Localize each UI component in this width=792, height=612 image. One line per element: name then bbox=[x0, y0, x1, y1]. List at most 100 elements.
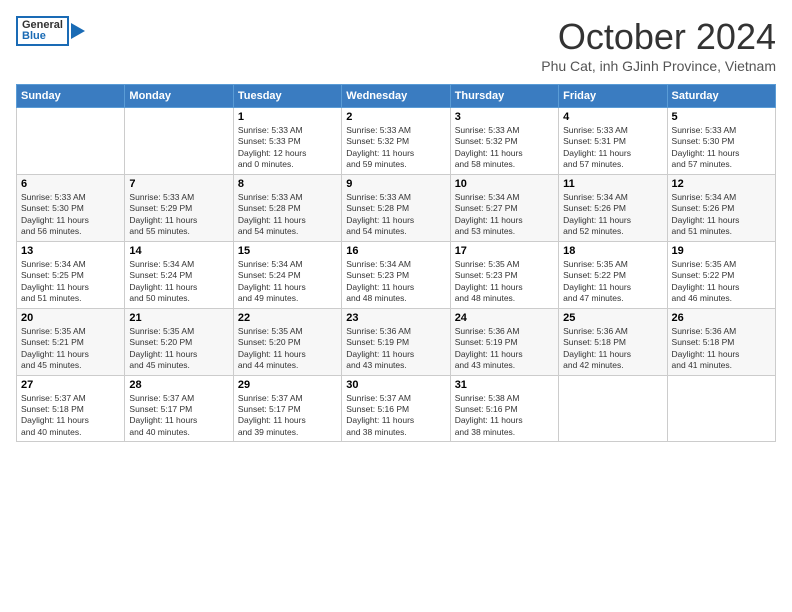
day-number: 30 bbox=[346, 379, 445, 391]
day-number: 26 bbox=[672, 312, 771, 324]
calendar-week-5: 27 Sunrise: 5:37 AMSunset: 5:18 PMDayligh… bbox=[17, 375, 776, 442]
day-info: Sunrise: 5:35 AMSunset: 5:23 PMDaylight:… bbox=[455, 259, 554, 305]
day-info: Sunrise: 5:34 AMSunset: 5:24 PMDaylight:… bbox=[238, 259, 337, 305]
calendar-week-2: 6Sunrise: 5:33 AMSunset: 5:30 PMDaylight… bbox=[17, 174, 776, 241]
day-number: 14 bbox=[129, 245, 228, 257]
calendar-cell: 4 Sunrise: 5:33 AMSunset: 5:31 PMDaylight… bbox=[559, 108, 667, 175]
day-info: Sunrise: 5:37 AMSunset: 5:17 PMDaylight:… bbox=[238, 393, 337, 439]
calendar-cell bbox=[125, 108, 233, 175]
day-number: 25 bbox=[563, 312, 662, 324]
day-number: 12 bbox=[672, 178, 771, 190]
logo-chevron-icon bbox=[71, 23, 85, 39]
day-info: Sunrise: 5:33 AMSunset: 5:33 PMDaylight:… bbox=[238, 125, 337, 171]
day-number: 8 bbox=[238, 178, 337, 190]
day-info: Sunrise: 5:38 AMSunset: 5:16 PMDaylight:… bbox=[455, 393, 554, 439]
col-wednesday: Wednesday bbox=[342, 85, 450, 108]
day-info: Sunrise: 5:36 AMSunset: 5:18 PMDaylight:… bbox=[563, 326, 662, 372]
day-info: Sunrise: 5:33 AMSunset: 5:32 PMDaylight:… bbox=[455, 125, 554, 171]
calendar-body: 1 Sunrise: 5:33 AMSunset: 5:33 PMDaylight… bbox=[17, 108, 776, 442]
calendar-cell: 15 Sunrise: 5:34 AMSunset: 5:24 PMDayligh… bbox=[233, 241, 341, 308]
day-number: 4 bbox=[563, 111, 662, 123]
logo-blue-text: Blue bbox=[22, 31, 63, 42]
col-monday: Monday bbox=[125, 85, 233, 108]
calendar-cell bbox=[559, 375, 667, 442]
calendar-cell: 14 Sunrise: 5:34 AMSunset: 5:24 PMDayligh… bbox=[125, 241, 233, 308]
header-row: Sunday Monday Tuesday Wednesday Thursday… bbox=[17, 85, 776, 108]
day-info: Sunrise: 5:34 AMSunset: 5:27 PMDaylight:… bbox=[455, 192, 554, 238]
day-number: 11 bbox=[563, 178, 662, 190]
calendar-cell: 3 Sunrise: 5:33 AMSunset: 5:32 PMDaylight… bbox=[450, 108, 558, 175]
day-info: Sunrise: 5:36 AMSunset: 5:18 PMDaylight:… bbox=[672, 326, 771, 372]
col-saturday: Saturday bbox=[667, 85, 775, 108]
month-title: October 2024 bbox=[541, 16, 776, 58]
day-number: 7 bbox=[129, 178, 228, 190]
day-number: 3 bbox=[455, 111, 554, 123]
calendar-cell bbox=[17, 108, 125, 175]
day-number: 13 bbox=[21, 245, 120, 257]
calendar-cell: 5Sunrise: 5:33 AMSunset: 5:30 PMDaylight… bbox=[667, 108, 775, 175]
calendar-cell: 29Sunrise: 5:37 AMSunset: 5:17 PMDayligh… bbox=[233, 375, 341, 442]
calendar-cell: 7Sunrise: 5:33 AMSunset: 5:29 PMDaylight… bbox=[125, 174, 233, 241]
calendar-cell: 6Sunrise: 5:33 AMSunset: 5:30 PMDaylight… bbox=[17, 174, 125, 241]
day-info: Sunrise: 5:33 AMSunset: 5:28 PMDaylight:… bbox=[238, 192, 337, 238]
day-info: Sunrise: 5:36 AMSunset: 5:19 PMDaylight:… bbox=[346, 326, 445, 372]
day-number: 15 bbox=[238, 245, 337, 257]
calendar-cell: 25 Sunrise: 5:36 AMSunset: 5:18 PMDayligh… bbox=[559, 308, 667, 375]
calendar-cell: 13 Sunrise: 5:34 AMSunset: 5:25 PMDayligh… bbox=[17, 241, 125, 308]
day-info: Sunrise: 5:35 AMSunset: 5:22 PMDaylight:… bbox=[672, 259, 771, 305]
day-info: Sunrise: 5:33 AMSunset: 5:31 PMDaylight:… bbox=[563, 125, 662, 171]
day-info: Sunrise: 5:33 AMSunset: 5:32 PMDaylight:… bbox=[346, 125, 445, 171]
day-info: Sunrise: 5:35 AMSunset: 5:22 PMDaylight:… bbox=[563, 259, 662, 305]
calendar-cell: 20 Sunrise: 5:35 AMSunset: 5:21 PMDayligh… bbox=[17, 308, 125, 375]
day-info: Sunrise: 5:37 AMSunset: 5:16 PMDaylight:… bbox=[346, 393, 445, 439]
calendar-cell: 18Sunrise: 5:35 AMSunset: 5:22 PMDayligh… bbox=[559, 241, 667, 308]
day-info: Sunrise: 5:34 AMSunset: 5:24 PMDaylight:… bbox=[129, 259, 228, 305]
day-number: 31 bbox=[455, 379, 554, 391]
calendar-week-3: 13 Sunrise: 5:34 AMSunset: 5:25 PMDayligh… bbox=[17, 241, 776, 308]
calendar-header: Sunday Monday Tuesday Wednesday Thursday… bbox=[17, 85, 776, 108]
calendar-cell: 9Sunrise: 5:33 AMSunset: 5:28 PMDaylight… bbox=[342, 174, 450, 241]
day-number: 16 bbox=[346, 245, 445, 257]
logo: General Blue bbox=[16, 16, 85, 46]
day-number: 17 bbox=[455, 245, 554, 257]
calendar-cell: 11 Sunrise: 5:34 AMSunset: 5:26 PMDayligh… bbox=[559, 174, 667, 241]
calendar-cell: 17 Sunrise: 5:35 AMSunset: 5:23 PMDayligh… bbox=[450, 241, 558, 308]
calendar-cell: 10Sunrise: 5:34 AMSunset: 5:27 PMDayligh… bbox=[450, 174, 558, 241]
day-info: Sunrise: 5:35 AMSunset: 5:21 PMDaylight:… bbox=[21, 326, 120, 372]
day-number: 20 bbox=[21, 312, 120, 324]
location-subtitle: Phu Cat, inh GJinh Province, Vietnam bbox=[541, 58, 776, 74]
calendar-cell: 21Sunrise: 5:35 AMSunset: 5:20 PMDayligh… bbox=[125, 308, 233, 375]
day-info: Sunrise: 5:36 AMSunset: 5:19 PMDaylight:… bbox=[455, 326, 554, 372]
calendar-cell: 22Sunrise: 5:35 AMSunset: 5:20 PMDayligh… bbox=[233, 308, 341, 375]
day-info: Sunrise: 5:34 AMSunset: 5:23 PMDaylight:… bbox=[346, 259, 445, 305]
calendar-cell: 26 Sunrise: 5:36 AMSunset: 5:18 PMDayligh… bbox=[667, 308, 775, 375]
calendar-week-1: 1 Sunrise: 5:33 AMSunset: 5:33 PMDaylight… bbox=[17, 108, 776, 175]
calendar-cell: 31 Sunrise: 5:38 AMSunset: 5:16 PMDayligh… bbox=[450, 375, 558, 442]
day-info: Sunrise: 5:34 AMSunset: 5:25 PMDaylight:… bbox=[21, 259, 120, 305]
day-number: 2 bbox=[346, 111, 445, 123]
calendar-cell: 2 Sunrise: 5:33 AMSunset: 5:32 PMDaylight… bbox=[342, 108, 450, 175]
day-number: 23 bbox=[346, 312, 445, 324]
day-info: Sunrise: 5:34 AMSunset: 5:26 PMDaylight:… bbox=[563, 192, 662, 238]
day-number: 28 bbox=[129, 379, 228, 391]
day-number: 19 bbox=[672, 245, 771, 257]
day-number: 5 bbox=[672, 111, 771, 123]
col-sunday: Sunday bbox=[17, 85, 125, 108]
col-friday: Friday bbox=[559, 85, 667, 108]
day-info: Sunrise: 5:37 AMSunset: 5:17 PMDaylight:… bbox=[129, 393, 228, 439]
calendar-cell: 8 Sunrise: 5:33 AMSunset: 5:28 PMDaylight… bbox=[233, 174, 341, 241]
calendar-cell: 12 Sunrise: 5:34 AMSunset: 5:26 PMDayligh… bbox=[667, 174, 775, 241]
day-info: Sunrise: 5:34 AMSunset: 5:26 PMDaylight:… bbox=[672, 192, 771, 238]
calendar-cell: 19 Sunrise: 5:35 AMSunset: 5:22 PMDayligh… bbox=[667, 241, 775, 308]
day-number: 22 bbox=[238, 312, 337, 324]
day-info: Sunrise: 5:37 AMSunset: 5:18 PMDaylight:… bbox=[21, 393, 120, 439]
calendar-cell: 27 Sunrise: 5:37 AMSunset: 5:18 PMDayligh… bbox=[17, 375, 125, 442]
day-number: 27 bbox=[21, 379, 120, 391]
calendar-cell: 23 Sunrise: 5:36 AMSunset: 5:19 PMDayligh… bbox=[342, 308, 450, 375]
col-thursday: Thursday bbox=[450, 85, 558, 108]
calendar-cell: 24Sunrise: 5:36 AMSunset: 5:19 PMDayligh… bbox=[450, 308, 558, 375]
calendar-cell bbox=[667, 375, 775, 442]
calendar-cell: 30 Sunrise: 5:37 AMSunset: 5:16 PMDayligh… bbox=[342, 375, 450, 442]
day-number: 1 bbox=[238, 111, 337, 123]
day-info: Sunrise: 5:35 AMSunset: 5:20 PMDaylight:… bbox=[129, 326, 228, 372]
